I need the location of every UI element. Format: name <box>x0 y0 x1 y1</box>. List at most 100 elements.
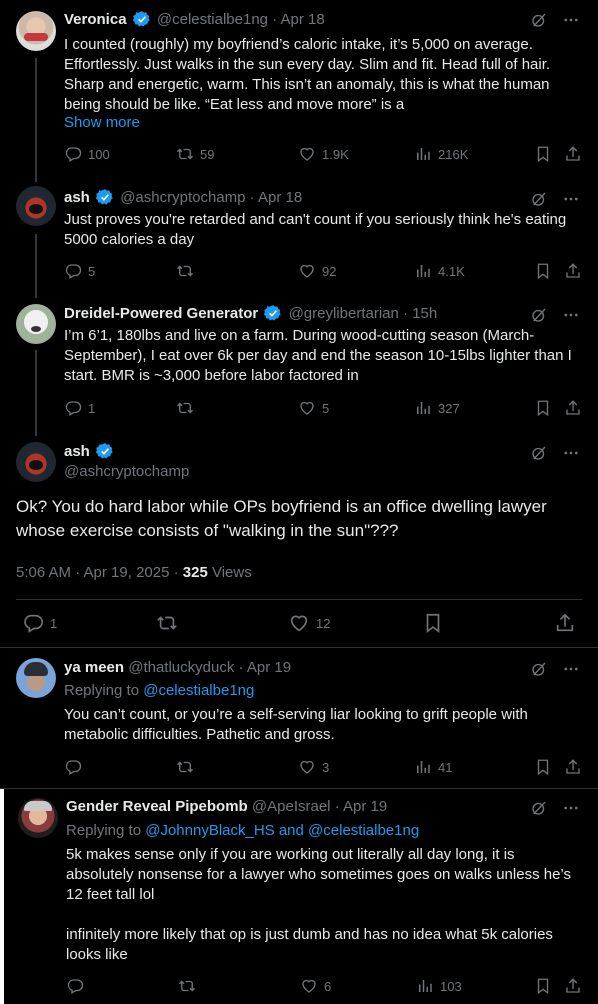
like-button[interactable]: 6 <box>300 977 331 995</box>
bookmark-icon <box>534 145 552 163</box>
more-icon[interactable] <box>562 11 580 29</box>
grok-icon[interactable] <box>530 190 548 208</box>
reply-icon <box>64 399 82 417</box>
share-button[interactable] <box>564 758 582 776</box>
views-button[interactable]: 4.1K <box>414 262 465 280</box>
timestamp[interactable]: Apr 18 <box>281 11 325 28</box>
replying-to-link[interactable]: @JohnnyBlack_HS and @celestialbe1ng <box>145 822 419 839</box>
bookmark-icon <box>534 758 552 776</box>
tweet-text: You can’t count, or you’re a self-servin… <box>64 706 528 743</box>
timestamp[interactable]: Apr 19 <box>247 659 291 676</box>
grok-icon[interactable] <box>530 660 548 678</box>
grok-icon[interactable] <box>530 11 548 29</box>
reply-tweet[interactable]: Gender Reveal Pipebomb @ApeIsrael · Apr … <box>0 789 598 1004</box>
avatar[interactable] <box>16 304 56 344</box>
repost-button[interactable] <box>156 612 178 634</box>
reply-button[interactable] <box>66 977 84 995</box>
reply-button[interactable] <box>64 758 82 776</box>
like-icon <box>298 399 316 417</box>
bookmark-button[interactable] <box>534 758 552 776</box>
more-icon[interactable] <box>562 306 580 324</box>
avatar[interactable] <box>18 798 58 838</box>
author-handle[interactable]: @celestialbe1ng <box>157 11 268 28</box>
more-icon[interactable] <box>562 799 580 817</box>
views-icon <box>414 758 432 776</box>
author-handle[interactable]: @ApeIsrael <box>252 798 331 815</box>
like-count: 3 <box>322 759 330 775</box>
author-name[interactable]: Veronica <box>64 11 127 28</box>
views-button[interactable]: 216K <box>414 145 468 163</box>
like-button[interactable]: 92 <box>298 262 336 280</box>
author-name[interactable]: ya meen <box>64 659 124 676</box>
repost-button[interactable] <box>178 977 196 995</box>
verified-badge-icon <box>264 304 282 322</box>
timestamp[interactable]: 15h <box>412 305 437 322</box>
view-count: 327 <box>438 400 460 416</box>
repost-button[interactable] <box>176 262 200 280</box>
main-timestamp-row: 5:06 AM · Apr 19, 2025 · 325 Views <box>16 563 252 583</box>
like-button[interactable]: 5 <box>298 399 329 417</box>
grok-icon[interactable] <box>530 799 548 817</box>
like-icon <box>288 612 310 634</box>
share-icon <box>564 145 582 163</box>
repost-button[interactable]: 59 <box>176 145 214 163</box>
repost-icon <box>176 758 194 776</box>
more-icon[interactable] <box>562 660 580 678</box>
main-tweet-text: Ok? You do hard labor while OPs boyfrien… <box>16 497 547 540</box>
tweet-text: I’m 6’1, 180lbs and live on a farm. Duri… <box>64 327 572 384</box>
avatar[interactable] <box>16 186 56 226</box>
more-icon[interactable] <box>562 444 580 462</box>
author-name[interactable]: ash <box>64 189 90 206</box>
views-button[interactable]: 327 <box>414 399 460 417</box>
reply-count: 5 <box>88 263 96 279</box>
like-button[interactable]: 1.9K <box>298 145 349 163</box>
bookmark-button[interactable] <box>422 612 444 634</box>
author-name[interactable]: Dreidel-Powered Generator <box>64 305 258 322</box>
author-name[interactable]: ash <box>64 443 90 460</box>
author-handle[interactable]: @ashcryptochamp <box>64 463 189 480</box>
reply-icon <box>64 262 82 280</box>
share-button[interactable] <box>564 262 582 280</box>
bookmark-button[interactable] <box>534 977 552 995</box>
more-icon[interactable] <box>562 190 580 208</box>
views-button[interactable]: 103 <box>416 977 462 995</box>
like-icon <box>300 977 318 995</box>
like-button[interactable]: 12 <box>288 612 330 634</box>
grok-icon[interactable] <box>530 444 548 462</box>
reply-tweet[interactable]: ya meen @thatluckyduck · Apr 19 Replying… <box>0 648 598 788</box>
tweet[interactable]: Dreidel-Powered Generator @greylibertari… <box>0 298 598 436</box>
repost-icon <box>178 977 196 995</box>
reply-button[interactable]: 1 <box>64 399 95 417</box>
bookmark-button[interactable] <box>534 145 552 163</box>
bookmark-button[interactable] <box>534 399 552 417</box>
views-button[interactable]: 41 <box>414 758 452 776</box>
tweet[interactable]: Veronica @celestialbe1ng · Apr 18 I coun… <box>0 0 598 182</box>
avatar[interactable] <box>16 442 56 482</box>
timestamp[interactable]: Apr 18 <box>258 189 302 206</box>
reply-count: 1 <box>50 615 58 631</box>
repost-button[interactable] <box>176 758 194 776</box>
share-button[interactable] <box>564 399 582 417</box>
separator: · <box>234 659 247 676</box>
tweet[interactable]: ash @ashcryptochamp · Apr 18 Just proves… <box>0 182 598 298</box>
author-handle[interactable]: @thatluckyduck <box>128 659 234 676</box>
share-button[interactable] <box>564 145 582 163</box>
author-handle[interactable]: @ashcryptochamp <box>120 189 245 206</box>
share-button[interactable] <box>554 612 576 634</box>
replying-to-link[interactable]: @celestialbe1ng <box>143 682 254 699</box>
show-more-link[interactable]: Show more <box>64 113 140 133</box>
author-name[interactable]: Gender Reveal Pipebomb <box>66 798 248 815</box>
repost-button[interactable] <box>176 399 200 417</box>
avatar[interactable] <box>16 11 56 51</box>
avatar[interactable] <box>16 658 56 698</box>
reply-button[interactable]: 100 <box>64 145 110 163</box>
bookmark-button[interactable] <box>534 262 552 280</box>
like-button[interactable]: 3 <box>298 758 329 776</box>
grok-icon[interactable] <box>530 306 548 324</box>
timestamp[interactable]: Apr 19 <box>343 798 387 815</box>
main-timestamp[interactable]: 5:06 AM · Apr 19, 2025 · <box>16 564 183 581</box>
reply-button[interactable]: 1 <box>22 612 57 634</box>
reply-button[interactable]: 5 <box>64 262 95 280</box>
author-handle[interactable]: @greylibertarian <box>289 305 399 322</box>
share-button[interactable] <box>564 977 582 995</box>
